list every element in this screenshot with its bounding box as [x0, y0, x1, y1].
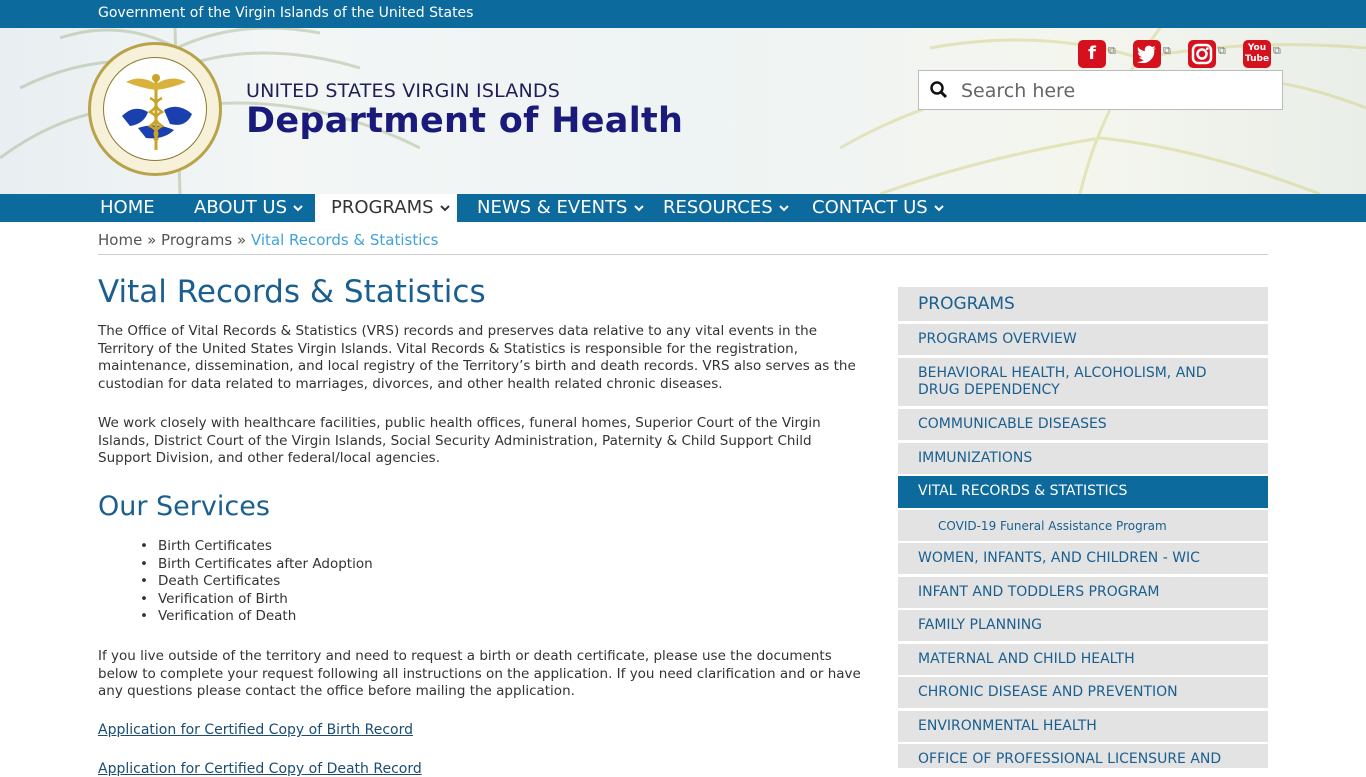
- list-item: Birth Certificates: [140, 538, 373, 556]
- list-item: Verification of Birth: [140, 591, 373, 609]
- services-list: Birth Certificates Birth Certificates af…: [140, 538, 373, 626]
- intro-paragraph: The Office of Vital Records & Statistics…: [98, 323, 856, 392]
- main-navigation: HOME ABOUT US PROGRAMS NEWS & EVENTS RES…: [0, 194, 1366, 222]
- chevron-down-icon: [439, 204, 450, 211]
- search-input[interactable]: [959, 77, 1273, 105]
- sidebar-item-label: COVID-19 Funeral Assistance Program: [938, 519, 1167, 533]
- sidebar-heading[interactable]: PROGRAMS: [898, 287, 1268, 321]
- chevron-down-icon: [778, 204, 789, 211]
- sidebar-item-vital-records[interactable]: VITAL RECORDS & STATISTICS: [898, 476, 1268, 508]
- breadcrumb-current: Vital Records & Statistics: [250, 231, 439, 249]
- breadcrumb-separator: »: [236, 231, 247, 249]
- sidebar-item-label: WOMEN, INFANTS, AND CHILDREN - WIC: [918, 550, 1200, 566]
- sidebar-item-infant-toddlers[interactable]: INFANT AND TODDLERS PROGRAM: [898, 577, 1268, 608]
- partners-paragraph: We work closely with healthcare faciliti…: [98, 415, 821, 466]
- birth-record-application-link[interactable]: Application for Certified Copy of Birth …: [98, 722, 413, 738]
- twitter-icon[interactable]: [1133, 40, 1161, 68]
- chevron-down-icon: [293, 204, 303, 211]
- sidebar-item-label: IMMUNIZATIONS: [918, 450, 1033, 466]
- nav-news-events-label: NEWS & EVENTS: [477, 197, 628, 218]
- nav-programs-label: PROGRAMS: [331, 197, 434, 218]
- sidebar-item-label: COMMUNICABLE DISEASES: [918, 416, 1107, 432]
- site-subtitle: UNITED STATES VIRGIN ISLANDS: [246, 80, 560, 102]
- sidebar-item-label: OFFICE OF PROFESSIONAL LICENSURE AND: [918, 751, 1222, 767]
- list-item: Birth Certificates after Adoption: [140, 556, 373, 574]
- nav-home[interactable]: HOME: [100, 194, 155, 222]
- sidebar-item-communicable-diseases[interactable]: COMMUNICABLE DISEASES: [898, 409, 1268, 440]
- sidebar-item-immunizations[interactable]: IMMUNIZATIONS: [898, 443, 1268, 474]
- nav-about-us[interactable]: ABOUT US: [194, 194, 303, 222]
- sidebar-item-covid-funeral-assistance[interactable]: COVID-19 Funeral Assistance Program: [898, 510, 1268, 541]
- sidebar-item-label: CHRONIC DISEASE AND PREVENTION: [918, 684, 1178, 700]
- sidebar-item-label: VITAL RECORDS & STATISTICS: [918, 483, 1128, 499]
- sidebar-item-label: PROGRAMS OVERVIEW: [918, 331, 1077, 347]
- chevron-down-icon: [933, 204, 944, 211]
- nav-contact-us[interactable]: CONTACT US: [812, 194, 944, 222]
- sidebar-item-chronic-disease[interactable]: CHRONIC DISEASE AND PREVENTION: [898, 677, 1268, 708]
- death-record-application-link[interactable]: Application for Certified Copy of Death …: [98, 761, 422, 777]
- external-link-icon: ⧉: [1163, 44, 1171, 57]
- breadcrumb-divider: [98, 254, 1268, 255]
- search-box[interactable]: [918, 70, 1283, 110]
- government-banner-text: Government of the Virgin Islands of the …: [98, 5, 474, 21]
- sidebar-item-maternal-child-health[interactable]: MATERNAL AND CHILD HEALTH: [898, 644, 1268, 675]
- nav-home-label: HOME: [100, 197, 155, 218]
- department-seal-logo[interactable]: [88, 42, 222, 176]
- breadcrumb-separator: »: [147, 231, 157, 249]
- sidebar-item-programs-overview[interactable]: PROGRAMS OVERVIEW: [898, 324, 1268, 355]
- sidebar-item-family-planning[interactable]: FAMILY PLANNING: [898, 610, 1268, 641]
- breadcrumb-programs[interactable]: Programs: [161, 231, 232, 249]
- page-title: Vital Records & Statistics: [98, 274, 486, 310]
- sidebar-item-label: ENVIRONMENTAL HEALTH: [918, 718, 1097, 734]
- facebook-icon[interactable]: f: [1078, 40, 1106, 68]
- sidebar-item-environmental-health[interactable]: ENVIRONMENTAL HEALTH: [898, 711, 1268, 742]
- site-title[interactable]: Department of Health: [246, 101, 683, 141]
- list-item: Death Certificates: [140, 573, 373, 591]
- government-banner: Government of the Virgin Islands of the …: [0, 0, 1366, 28]
- nav-news-events[interactable]: NEWS & EVENTS: [477, 194, 644, 222]
- nav-programs[interactable]: PROGRAMS: [315, 194, 457, 222]
- chevron-down-icon: [633, 204, 644, 211]
- breadcrumb-home[interactable]: Home: [98, 231, 142, 249]
- nav-about-us-label: ABOUT US: [194, 197, 288, 218]
- sidebar-item-label: MATERNAL AND CHILD HEALTH: [918, 651, 1135, 667]
- sidebar-heading-label: PROGRAMS: [918, 294, 1015, 314]
- instagram-icon[interactable]: [1188, 40, 1216, 68]
- site-header: UNITED STATES VIRGIN ISLANDS Department …: [0, 28, 1366, 194]
- services-heading: Our Services: [98, 491, 270, 522]
- sidebar-item-label: BEHAVIORAL HEALTH, ALCOHOLISM, AND DRUG …: [918, 365, 1207, 398]
- external-link-icon: ⧉: [1273, 44, 1281, 57]
- nav-resources-label: RESOURCES: [663, 197, 773, 218]
- sidebar-item-professional-licensure[interactable]: OFFICE OF PROFESSIONAL LICENSURE AND: [898, 744, 1268, 768]
- nav-contact-us-label: CONTACT US: [812, 197, 928, 218]
- external-link-icon: ⧉: [1218, 44, 1226, 57]
- sidebar-item-label: INFANT AND TODDLERS PROGRAM: [918, 584, 1160, 600]
- search-icon[interactable]: [929, 80, 949, 100]
- sidebar-item-wic[interactable]: WOMEN, INFANTS, AND CHILDREN - WIC: [898, 543, 1268, 574]
- caduceus-icon: [122, 74, 192, 150]
- nav-resources[interactable]: RESOURCES: [663, 194, 789, 222]
- seal-emblem: [103, 57, 207, 161]
- sidebar-item-label: FAMILY PLANNING: [918, 617, 1043, 633]
- sidebar-item-behavioral-health[interactable]: BEHAVIORAL HEALTH, ALCOHOLISM, AND DRUG …: [898, 358, 1268, 406]
- request-paragraph: If you live outside of the territory and…: [98, 648, 861, 699]
- breadcrumb: Home » Programs » Vital Records & Statis…: [98, 231, 438, 249]
- external-link-icon: ⧉: [1108, 44, 1116, 57]
- youtube-icon[interactable]: You Tube: [1243, 40, 1271, 68]
- list-item: Verification of Death: [140, 608, 373, 626]
